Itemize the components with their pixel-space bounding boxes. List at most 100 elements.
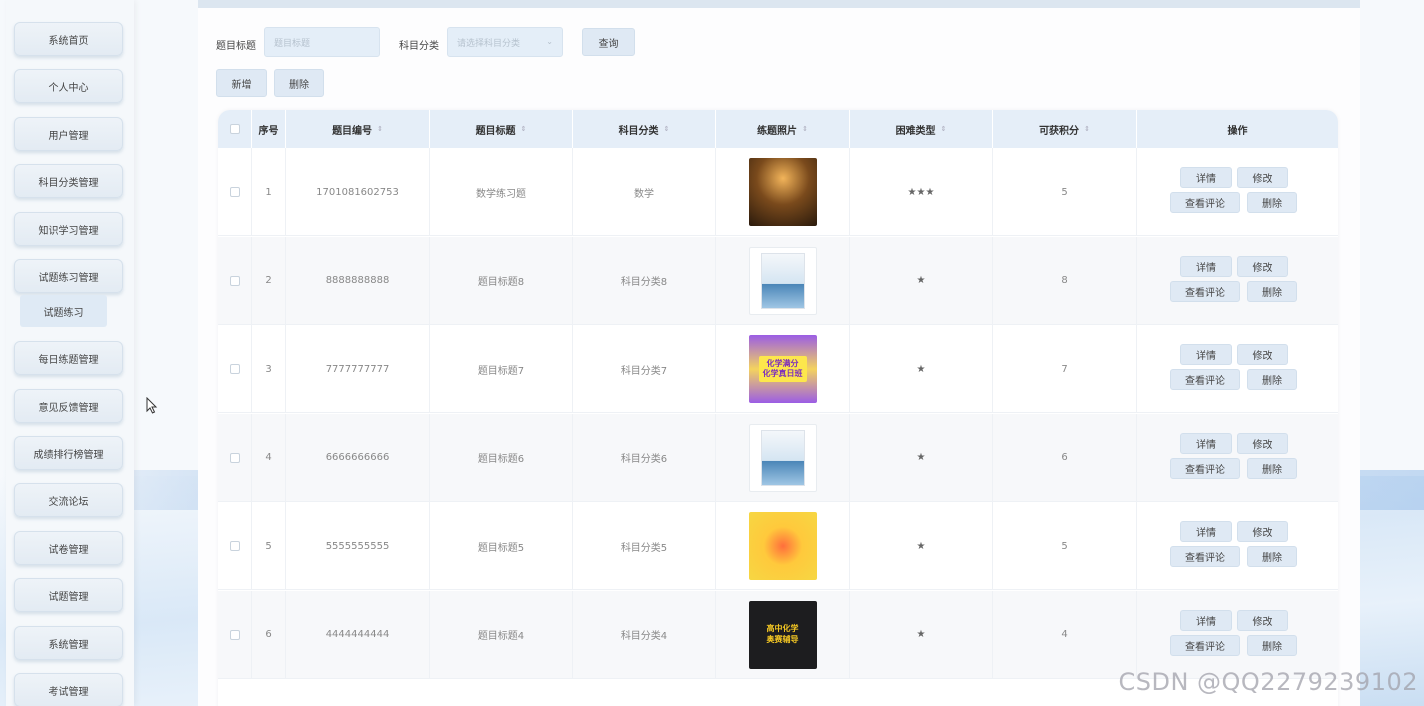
sidebar-item-ranking[interactable]: 成绩排行榜管理 <box>14 436 123 470</box>
header-select-all[interactable] <box>218 110 252 148</box>
view-comments-button[interactable]: 查看评论 <box>1170 280 1240 302</box>
view-comments-button[interactable]: 查看评论 <box>1170 369 1240 390</box>
delete-button[interactable]: 删除 <box>1247 369 1297 390</box>
query-button[interactable]: 查询 <box>582 28 635 56</box>
row-checkbox[interactable] <box>229 275 240 286</box>
header-title[interactable]: 题目标题 ⇕ <box>430 110 573 148</box>
header-photo[interactable]: 练题照片 ⇕ <box>716 110 850 148</box>
view-comments-button[interactable]: 查看评论 <box>1170 634 1240 656</box>
delete-button[interactable]: 删除 <box>1247 546 1297 567</box>
question-photo[interactable] <box>748 246 817 315</box>
view-comments-button[interactable]: 查看评论 <box>1170 546 1240 567</box>
category-select[interactable]: 请选择科目分类 ⌄ <box>447 27 563 57</box>
row-select-cell[interactable] <box>218 325 252 413</box>
title-cell: 题目标题7 <box>430 325 573 413</box>
sidebar-item-label: 成绩排行榜管理 <box>33 449 104 461</box>
edit-button[interactable]: 修改 <box>1237 344 1288 365</box>
sort-icon[interactable]: ⇕ <box>377 125 383 133</box>
sidebar-item-feedback[interactable]: 意见反馈管理 <box>14 389 123 423</box>
index-cell: 2 <box>252 236 286 325</box>
add-button-label: 新增 <box>231 79 252 91</box>
bulk-delete-button[interactable]: 删除 <box>274 69 324 97</box>
header-category[interactable]: 科目分类 ⇕ <box>573 110 716 148</box>
index-cell: 4 <box>252 413 286 502</box>
edit-button[interactable]: 修改 <box>1237 521 1288 542</box>
view-comments-button[interactable]: 查看评论 <box>1170 192 1240 213</box>
delete-button[interactable]: 删除 <box>1247 192 1297 213</box>
query-button-label: 查询 <box>598 38 619 50</box>
points-cell: 6 <box>993 413 1137 502</box>
sidebar-item-paper-management[interactable]: 试卷管理 <box>14 531 123 565</box>
row-checkbox[interactable] <box>229 364 240 374</box>
sidebar-item-daily-practice[interactable]: 每日练题管理 <box>14 341 123 375</box>
view-comments-button[interactable]: 查看评论 <box>1170 457 1240 479</box>
detail-button[interactable]: 详情 <box>1180 521 1232 542</box>
sidebar-item-question-management[interactable]: 试题管理 <box>14 578 123 612</box>
select-all-checkbox[interactable] <box>229 124 240 134</box>
question-photo[interactable] <box>748 423 817 492</box>
delete-button[interactable]: 删除 <box>1247 457 1297 479</box>
sidebar-item-personal-center[interactable]: 个人中心 <box>14 69 123 103</box>
sidebar-item-subject-category[interactable]: 科目分类管理 <box>14 164 123 198</box>
actions-cell: 详情 修改 查看评论 删除 <box>1137 591 1338 679</box>
sidebar-subitem-exercise[interactable]: 试题练习 <box>20 295 107 327</box>
header-strip <box>198 0 1360 8</box>
sidebar-item-user-management[interactable]: 用户管理 <box>14 117 123 151</box>
difficulty-cell: ★ <box>850 590 993 679</box>
sort-icon[interactable]: ⇕ <box>664 125 670 133</box>
photo-cell: 化学满分 化学真日班 <box>716 325 850 413</box>
edit-button[interactable]: 修改 <box>1237 167 1288 188</box>
sidebar-item-label: 交流论坛 <box>48 496 89 508</box>
sidebar-item-forum[interactable]: 交流论坛 <box>14 483 123 517</box>
detail-button[interactable]: 详情 <box>1180 609 1232 631</box>
add-button[interactable]: 新增 <box>216 69 267 97</box>
question-photo[interactable] <box>748 158 817 226</box>
sidebar-item-system-management[interactable]: 系统管理 <box>14 626 123 660</box>
index-cell: 1 <box>252 148 286 236</box>
sidebar-item-exam-management[interactable]: 考试管理 <box>14 673 123 706</box>
delete-button[interactable]: 删除 <box>1247 634 1297 656</box>
row-select-cell[interactable] <box>218 148 252 236</box>
header-difficulty[interactable]: 困难类型 ⇕ <box>850 110 993 148</box>
row-select-cell[interactable] <box>218 590 252 679</box>
question-photo[interactable] <box>748 512 817 580</box>
sort-icon[interactable]: ⇕ <box>802 125 808 133</box>
photo-cell <box>716 502 850 590</box>
row-checkbox[interactable] <box>229 541 240 551</box>
header-category-label: 科目分类 <box>618 125 659 137</box>
header-points[interactable]: 可获积分 ⇕ <box>993 110 1137 148</box>
detail-button[interactable]: 详情 <box>1180 344 1232 365</box>
sort-icon[interactable]: ⇕ <box>1084 125 1090 133</box>
sort-icon[interactable]: ⇕ <box>941 125 947 133</box>
edit-button[interactable]: 修改 <box>1237 255 1288 277</box>
row-checkbox[interactable] <box>229 187 240 197</box>
table-row: 6 4444444444 题目标题4 科目分类4 高中化学 奥赛辅导 ★ 4 详情… <box>218 590 1338 679</box>
edit-button[interactable]: 修改 <box>1237 609 1288 631</box>
photo-cell <box>716 413 850 502</box>
detail-button[interactable]: 详情 <box>1180 167 1232 188</box>
actions-cell: 详情 修改 查看评论 删除 <box>1137 237 1338 325</box>
detail-button[interactable]: 详情 <box>1180 432 1232 454</box>
edit-button[interactable]: 修改 <box>1237 432 1288 454</box>
row-select-cell[interactable] <box>218 502 252 590</box>
sidebar-item-home[interactable]: 系统首页 <box>14 22 123 56</box>
detail-button[interactable]: 详情 <box>1180 255 1232 277</box>
sidebar-item-exercise-management[interactable]: 试题练习管理 <box>14 259 123 293</box>
points-cell: 7 <box>993 325 1137 413</box>
title-search-placeholder: 题目标题 <box>274 38 311 49</box>
actions-cell: 详情 修改 查看评论 删除 <box>1137 325 1338 413</box>
question-photo[interactable]: 高中化学 奥赛辅导 <box>748 600 817 669</box>
sidebar-item-knowledge-learning[interactable]: 知识学习管理 <box>14 212 123 246</box>
sort-icon[interactable]: ⇕ <box>521 125 527 133</box>
photo-cell <box>716 236 850 325</box>
header-points-label: 可获积分 <box>1039 125 1080 137</box>
row-select-cell[interactable] <box>218 413 252 502</box>
row-checkbox[interactable] <box>229 629 240 640</box>
row-select-cell[interactable] <box>218 236 252 325</box>
chevron-down-icon: ⌄ <box>546 37 553 46</box>
question-photo[interactable]: 化学满分 化学真日班 <box>748 335 817 403</box>
delete-button[interactable]: 删除 <box>1247 280 1297 302</box>
row-checkbox[interactable] <box>229 452 240 463</box>
header-code[interactable]: 题目编号 ⇕ <box>286 110 430 148</box>
title-search-input[interactable]: 题目标题 <box>264 27 380 57</box>
